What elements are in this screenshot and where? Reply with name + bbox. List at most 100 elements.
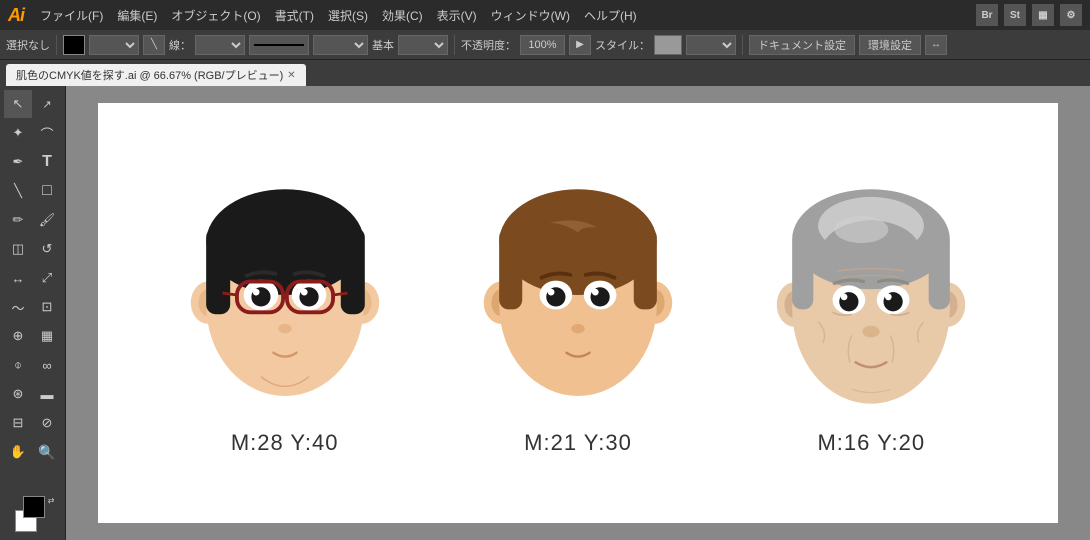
face-2-label: M:21 Y:30 [524,430,632,456]
app-logo: Ai [8,5,24,26]
artboard-tool[interactable]: ⊟ [4,409,32,437]
stock-icon[interactable]: St [1004,4,1026,26]
pen-tool[interactable]: ✒ [4,148,32,176]
canvas: M:28 Y:40 [98,103,1058,523]
tab-close-button[interactable]: ✕ [287,70,295,81]
tool-row-9: ⊕ ▦ [4,322,61,350]
face-2-svg [468,170,688,420]
style-label: スタイル： [595,37,650,53]
blend-tool[interactable]: ∞ [33,351,61,379]
separator-1 [56,35,57,55]
tool-row-13: ✋ 🔍 [4,438,61,466]
zoom-tool[interactable]: 🔍 [33,438,61,466]
base-select[interactable] [398,35,448,55]
opacity-input[interactable] [520,35,565,55]
direct-select-tool[interactable]: ↗ [33,90,61,118]
settings-icon[interactable]: ⚙ [1060,4,1082,26]
bar-graph-tool[interactable]: ▬ [33,380,61,408]
opacity-label: 不透明度： [461,37,516,53]
stroke-label: 線： [169,37,191,53]
document-tab[interactable]: 肌色のCMYK値を探す.ai @ 66.67% (RGB/プレビュー) ✕ [6,64,306,86]
menu-edit[interactable]: 編集(E) [111,5,163,26]
menu-help[interactable]: ヘルプ(H) [578,5,643,26]
tool-row-6: ◫ ↺ [4,235,61,263]
figure-2: M:21 Y:30 [468,170,688,456]
stroke-icon[interactable]: ╲ [143,35,165,55]
face-3-label: M:16 Y:20 [817,430,925,456]
magic-wand-tool[interactable]: ✦ [4,119,32,147]
reflect-tool[interactable]: ↔ [4,264,32,292]
canvas-area: M:28 Y:40 [66,86,1090,540]
figure-1: M:28 Y:40 [175,170,395,456]
rotate-tool[interactable]: ↺ [33,235,61,263]
menu-effect[interactable]: 効果(C) [376,5,429,26]
free-transform-tool[interactable]: ⊡ [33,293,61,321]
tool-row-7: ↔ ⤢ [4,264,61,292]
face-1-label: M:28 Y:40 [231,430,339,456]
tool-row-10: ⌽ ∞ [4,351,61,379]
hand-tool[interactable]: ✋ [4,438,32,466]
tool-row-11: ⊛ ▬ [4,380,61,408]
lasso-tool[interactable]: ⌒ [33,119,61,147]
rect-tool[interactable]: □ [33,177,61,205]
tool-row-5: ✏ 🖌 [4,206,61,234]
figure-3: M:16 Y:20 [761,170,981,456]
type-tool[interactable]: T [33,148,61,176]
separator-2 [454,35,455,55]
tool-row-12: ⊟ ⊘ [4,409,61,437]
slice-tool[interactable]: ⊘ [33,409,61,437]
selector-tool[interactable]: ↖ [4,90,32,118]
toolbox: ↖ ↗ ✦ ⌒ ✒ T ╲ □ ✏ 🖌 ◫ ↺ ↔ ⤢ 〜 ⊡ [0,86,66,540]
title-bar: Ai ファイル(F) 編集(E) オブジェクト(O) 書式(T) 選択(S) 効… [0,0,1090,30]
main-area: ↖ ↗ ✦ ⌒ ✒ T ╲ □ ✏ 🖌 ◫ ↺ ↔ ⤢ 〜 ⊡ [0,86,1090,540]
title-icons: Br St ▦ ⚙ [976,4,1082,26]
stroke-line-preview [249,35,309,55]
face-3-svg [761,170,981,420]
symbol-spray-tool[interactable]: ⊛ [4,380,32,408]
tool-row-4: ╲ □ [4,177,61,205]
swap-colors-icon[interactable]: ⇄ [48,496,55,505]
opacity-arrow[interactable]: ▶ [569,35,591,55]
tool-row-2: ✦ ⌒ [4,119,61,147]
scale-tool[interactable]: ⤢ [33,264,61,292]
menu-object[interactable]: オブジェクト(O) [165,5,266,26]
menu-type[interactable]: 書式(T) [269,5,320,26]
tab-label: 肌色のCMYK値を探す.ai @ 66.67% (RGB/プレビュー) [16,67,283,83]
tool-bottom: ⇄ [15,496,51,536]
separator-3 [742,35,743,55]
gradient-tool[interactable]: ▦ [33,322,61,350]
eyedropper-tool[interactable]: ⌽ [4,351,32,379]
base-label: 基本 [372,37,394,53]
document-settings-button[interactable]: ドキュメント設定 [749,35,855,55]
tool-row-3: ✒ T [4,148,61,176]
menu-bar: ファイル(F) 編集(E) オブジェクト(O) 書式(T) 選択(S) 効果(C… [34,5,643,26]
fill-color-box[interactable] [63,35,85,55]
stroke-weight-select[interactable] [313,35,368,55]
menu-window[interactable]: ウィンドウ(W) [485,5,576,26]
tab-bar: 肌色のCMYK値を探す.ai @ 66.67% (RGB/プレビュー) ✕ [0,60,1090,86]
bridge-icon[interactable]: Br [976,4,998,26]
fill-select[interactable] [89,35,139,55]
eraser-tool[interactable]: ◫ [4,235,32,263]
paintbrush-tool[interactable]: 🖌 [33,206,61,234]
menu-file[interactable]: ファイル(F) [34,5,109,26]
tool-row-8: 〜 ⊡ [4,293,61,321]
foreground-color-swatch[interactable] [23,496,45,518]
tool-row-1: ↖ ↗ [4,90,61,118]
grid-icon[interactable]: ▦ [1032,4,1054,26]
stroke-select[interactable] [195,35,245,55]
face-1-svg [175,170,395,420]
pencil-tool[interactable]: ✏ [4,206,32,234]
select-none-label: 選択なし [6,37,50,53]
menu-view[interactable]: 表示(V) [431,5,483,26]
warp-tool[interactable]: 〜 [4,293,32,321]
toolbar: 選択なし ╲ 線： 基本 不透明度： ▶ スタイル： ドキュメント設定 環境設定… [0,30,1090,60]
preferences-button[interactable]: 環境設定 [859,35,921,55]
shape-builder-tool[interactable]: ⊕ [4,322,32,350]
style-preview[interactable] [654,35,682,55]
style-select[interactable] [686,35,736,55]
color-swatches[interactable]: ⇄ [15,496,51,532]
menu-select[interactable]: 選択(S) [322,5,374,26]
arrange-icon[interactable]: ↔ [925,35,947,55]
line-tool[interactable]: ╲ [4,177,32,205]
